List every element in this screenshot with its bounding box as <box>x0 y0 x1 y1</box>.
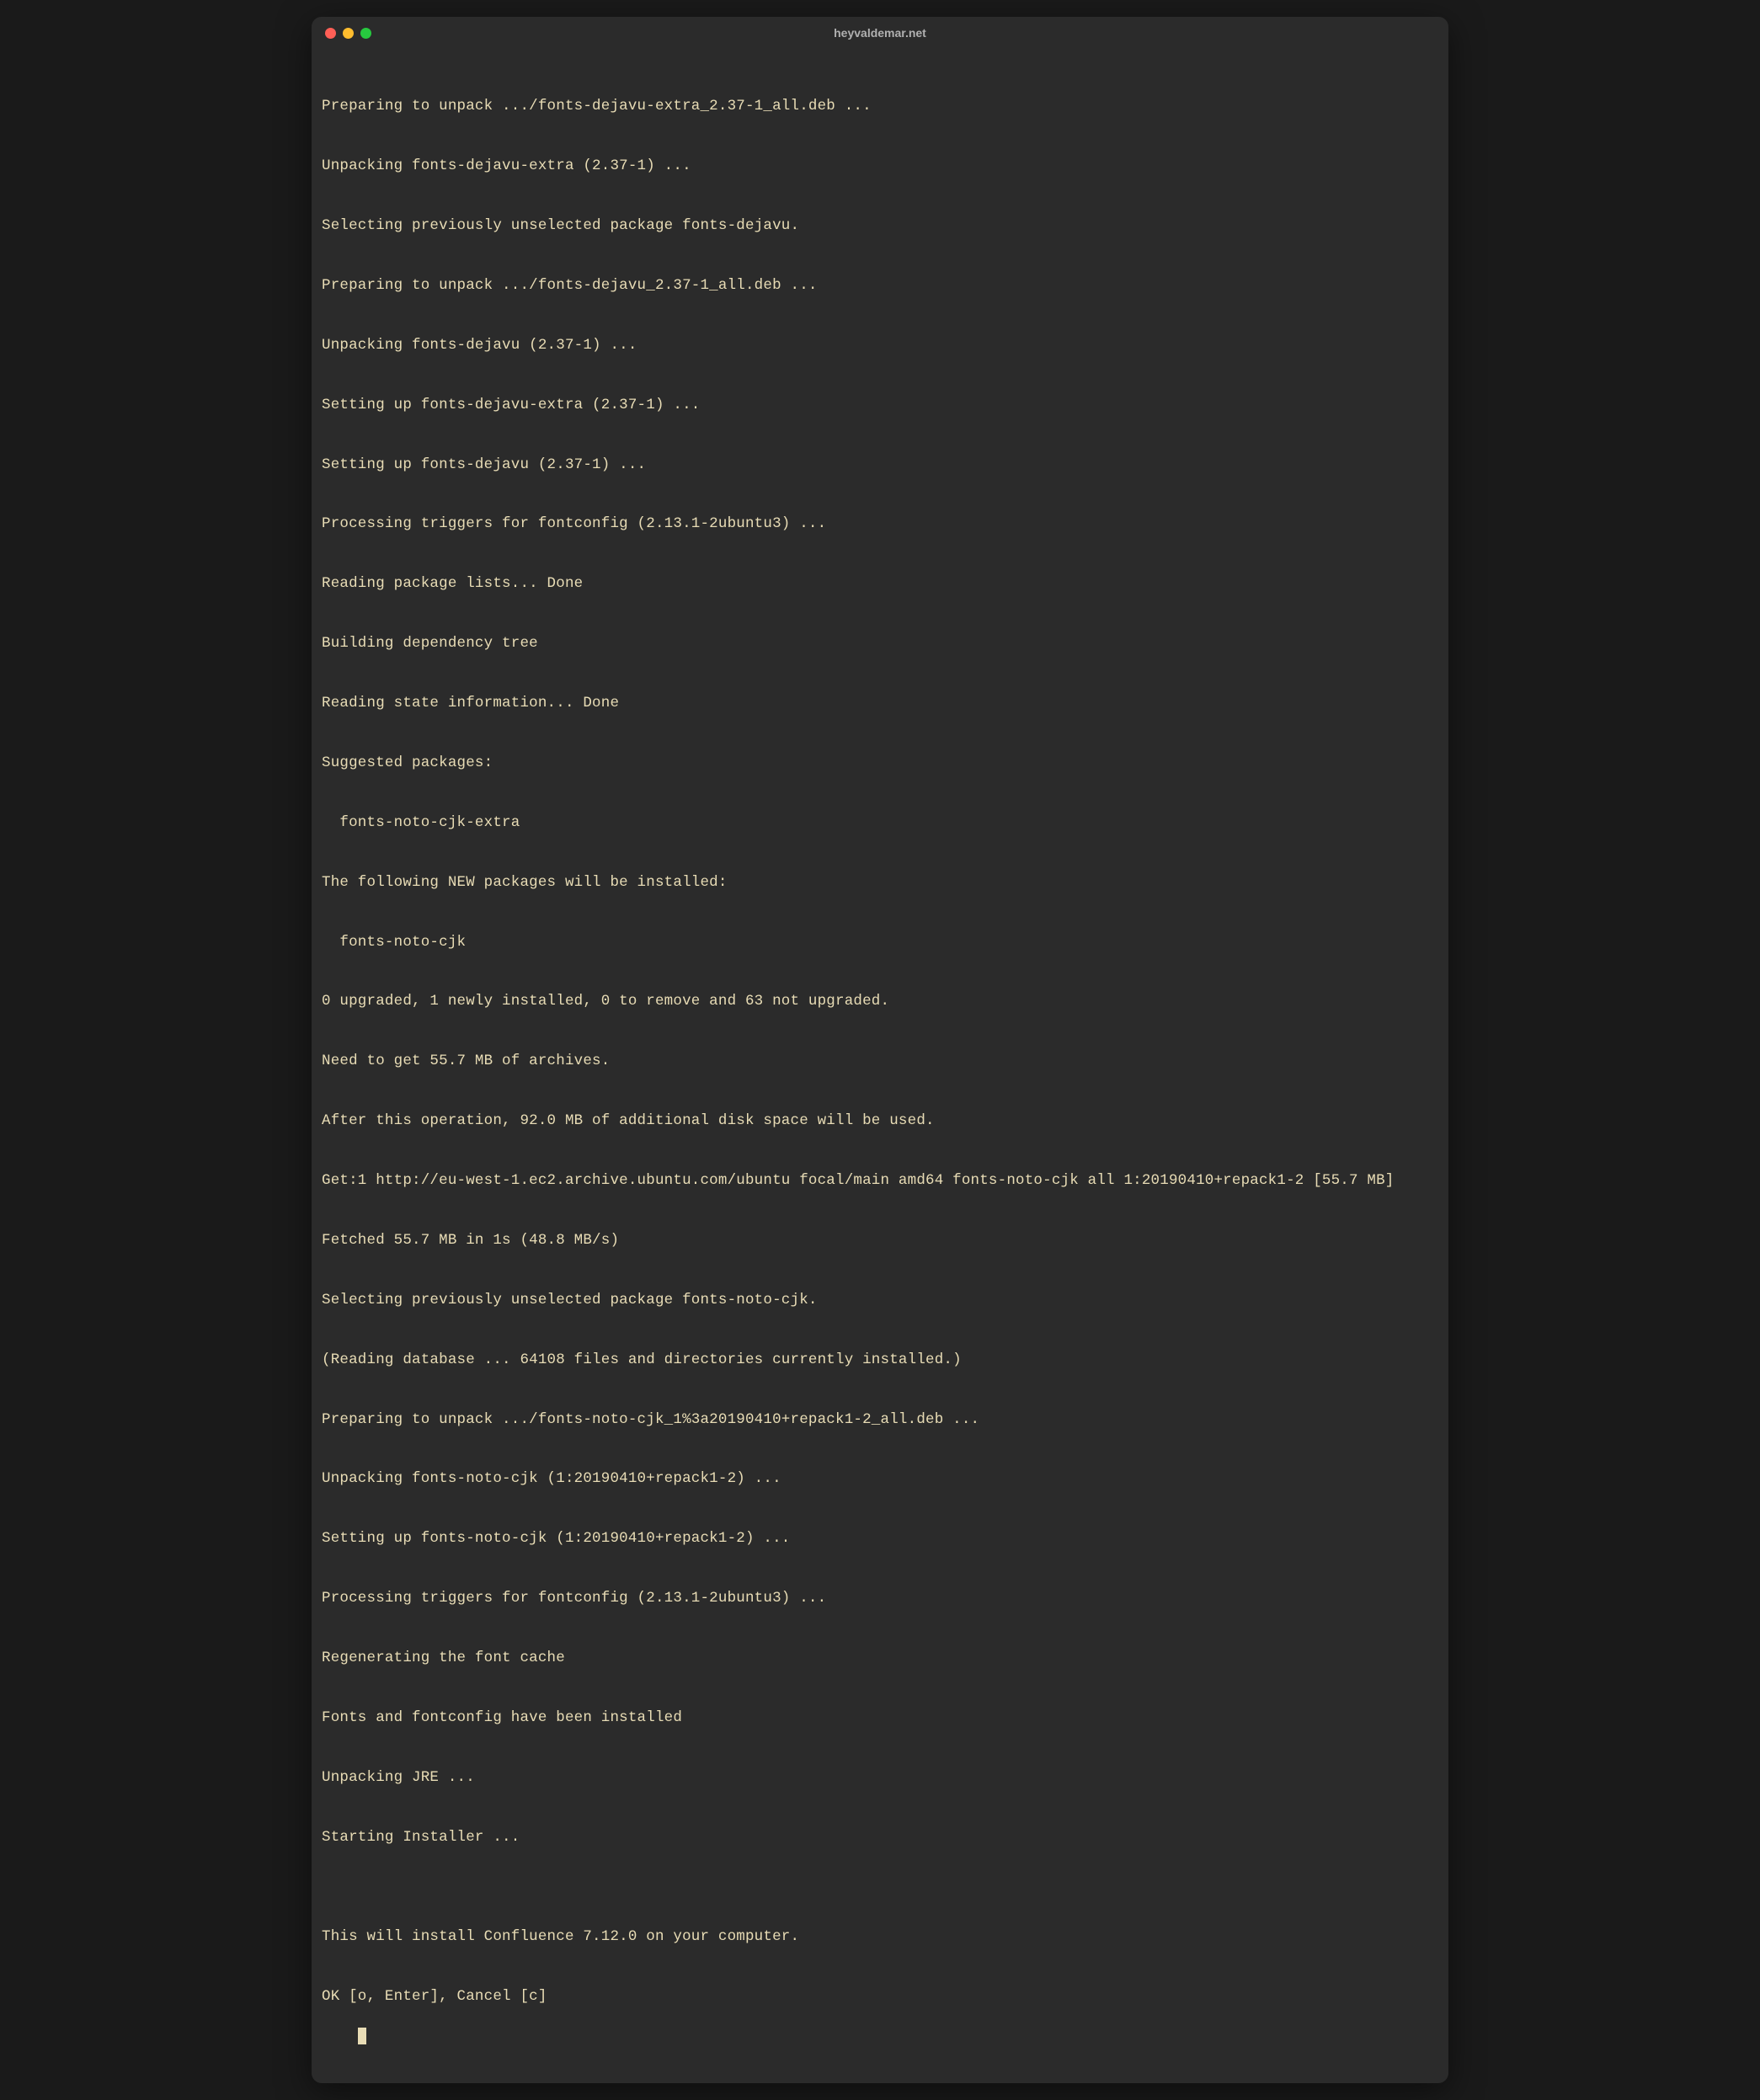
terminal-line: Preparing to unpack .../fonts-dejavu-ext… <box>322 97 1438 117</box>
terminal-line: fonts-noto-cjk <box>322 933 1438 953</box>
terminal-body[interactable]: Preparing to unpack .../fonts-dejavu-ext… <box>312 49 1448 2083</box>
terminal-line: Setting up fonts-noto-cjk (1:20190410+re… <box>322 1529 1438 1549</box>
terminal-window: heyvaldemar.net Preparing to unpack .../… <box>312 17 1448 2083</box>
terminal-line: Processing triggers for fontconfig (2.13… <box>322 514 1438 535</box>
terminal-line: Unpacking fonts-dejavu-extra (2.37-1) ..… <box>322 157 1438 177</box>
terminal-line: Reading package lists... Done <box>322 574 1438 594</box>
terminal-line: OK [o, Enter], Cancel [c] <box>322 1987 1438 2007</box>
terminal-line: Building dependency tree <box>322 634 1438 654</box>
terminal-line: fonts-noto-cjk-extra <box>322 813 1438 834</box>
terminal-line: Reading state information... Done <box>322 694 1438 714</box>
terminal-line: Processing triggers for fontconfig (2.13… <box>322 1589 1438 1609</box>
terminal-line: Setting up fonts-dejavu (2.37-1) ... <box>322 456 1438 476</box>
cursor <box>358 2028 366 2044</box>
terminal-line: Fetched 55.7 MB in 1s (48.8 MB/s) <box>322 1231 1438 1251</box>
close-button[interactable] <box>325 28 336 39</box>
minimize-button[interactable] <box>343 28 354 39</box>
terminal-line: Unpacking fonts-noto-cjk (1:20190410+rep… <box>322 1469 1438 1490</box>
terminal-line: Setting up fonts-dejavu-extra (2.37-1) .… <box>322 396 1438 416</box>
terminal-line: This will install Confluence 7.12.0 on y… <box>322 1927 1438 1948</box>
terminal-line: Regenerating the font cache <box>322 1649 1438 1669</box>
terminal-line: Get:1 http://eu-west-1.ec2.archive.ubunt… <box>322 1171 1438 1191</box>
terminal-line: Need to get 55.7 MB of archives. <box>322 1052 1438 1072</box>
terminal-line: The following NEW packages will be insta… <box>322 873 1438 893</box>
terminal-line: Fonts and fontconfig have been installed <box>322 1708 1438 1729</box>
terminal-line: Preparing to unpack .../fonts-noto-cjk_1… <box>322 1410 1438 1431</box>
maximize-button[interactable] <box>360 28 371 39</box>
terminal-line: Selecting previously unselected package … <box>322 1291 1438 1311</box>
terminal-line: 0 upgraded, 1 newly installed, 0 to remo… <box>322 992 1438 1012</box>
terminal-line: Unpacking fonts-dejavu (2.37-1) ... <box>322 336 1438 356</box>
terminal-line: Starting Installer ... <box>322 1828 1438 1848</box>
terminal-line: After this operation, 92.0 MB of additio… <box>322 1111 1438 1132</box>
traffic-lights <box>325 28 371 39</box>
terminal-line: Selecting previously unselected package … <box>322 216 1438 237</box>
title-bar: heyvaldemar.net <box>312 17 1448 49</box>
terminal-line: (Reading database ... 64108 files and di… <box>322 1351 1438 1371</box>
terminal-line: Unpacking JRE ... <box>322 1768 1438 1788</box>
terminal-line: Preparing to unpack .../fonts-dejavu_2.3… <box>322 276 1438 296</box>
terminal-line: Suggested packages: <box>322 754 1438 774</box>
window-title: heyvaldemar.net <box>325 26 1435 40</box>
